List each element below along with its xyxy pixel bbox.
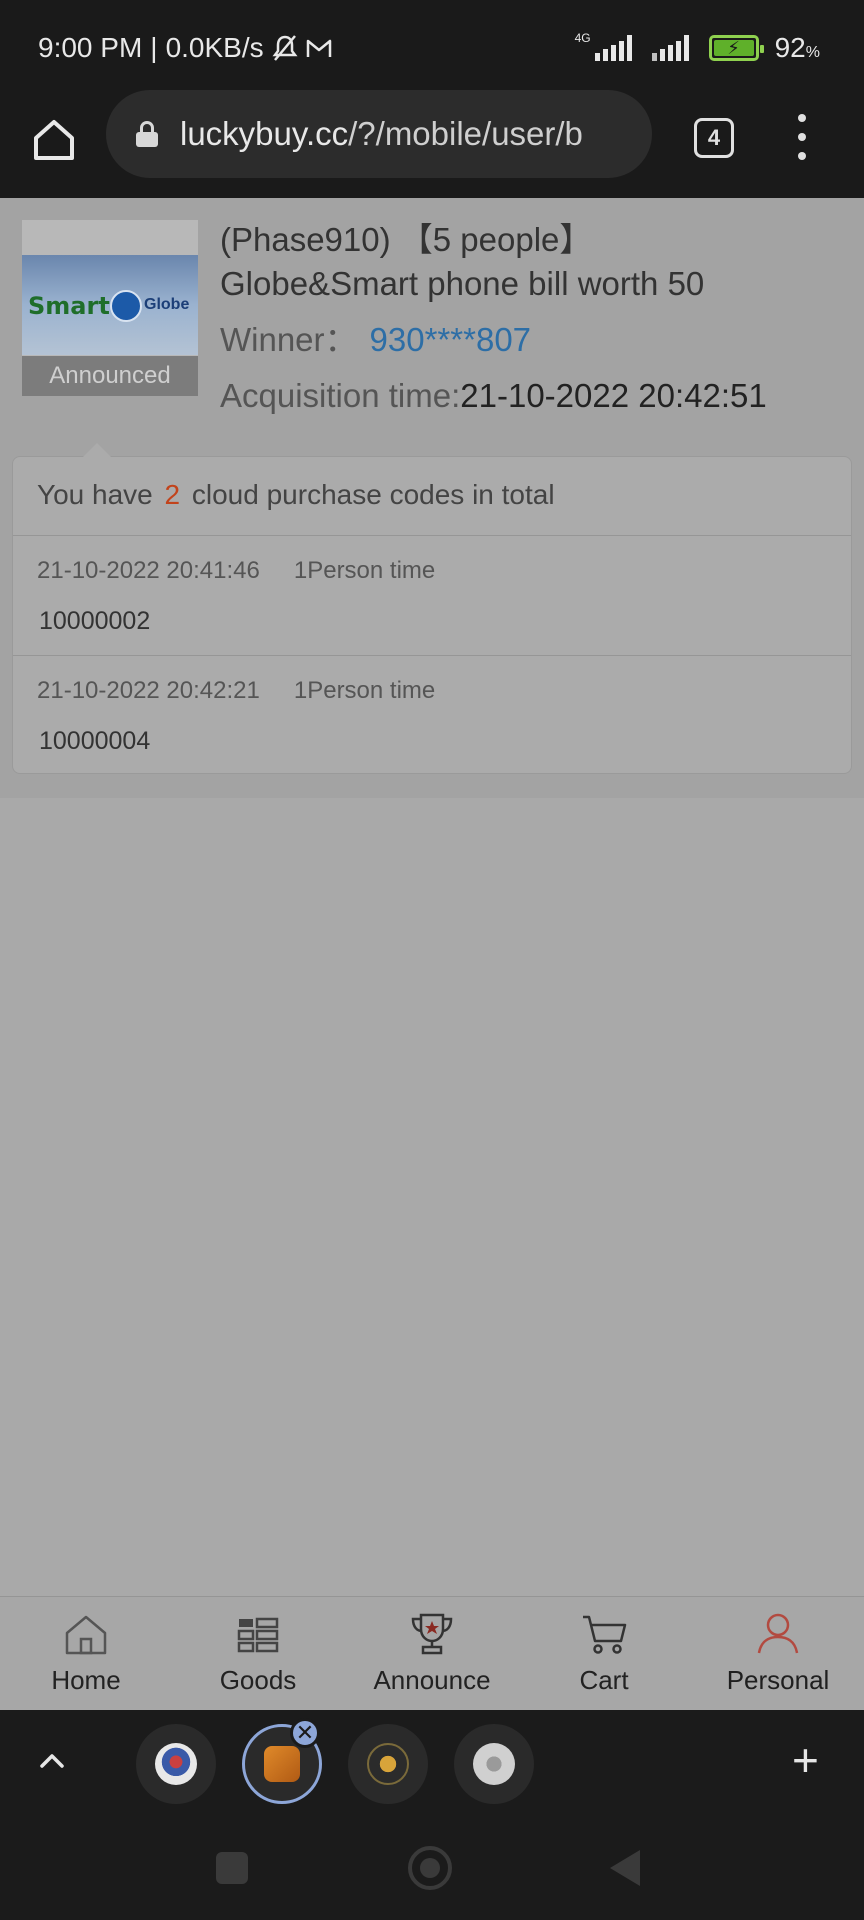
nav-label: Announce — [373, 1665, 491, 1695]
signal-icon — [651, 35, 689, 61]
grid-list-icon — [237, 1617, 279, 1653]
codes-summary: You have 2 cloud purchase codes in total — [37, 479, 555, 510]
purchase-code: 10000004 — [39, 727, 151, 755]
nav-label: Home — [51, 1665, 121, 1695]
product-section: Smart Globe Announced (Phase910) 【5 peop… — [0, 198, 864, 798]
globe-logo-icon — [110, 290, 142, 322]
divider — [13, 535, 851, 536]
trophy-icon — [411, 1613, 453, 1655]
back-triangle-icon[interactable] — [610, 1850, 640, 1886]
signal-icon — [594, 35, 632, 61]
status-bar: 9:00 PM | 0.0KB/s 4G ⚡ 92% — [0, 0, 864, 96]
battery-percent: 92% — [774, 32, 820, 63]
tab-favicon[interactable] — [454, 1724, 534, 1804]
tab-favicon[interactable] — [136, 1724, 216, 1804]
battery-charging-icon: ⚡ — [708, 35, 764, 61]
cart-icon — [583, 1615, 627, 1654]
system-nav-bar — [0, 1816, 864, 1920]
code-time: 21-10-2022 20:42:21 — [37, 677, 260, 704]
home-icon[interactable] — [28, 114, 80, 166]
status-right: 4G ⚡ 92% — [574, 31, 820, 64]
codes-count: 2 — [164, 479, 181, 510]
nav-label: Cart — [579, 1665, 629, 1695]
bottom-nav: Home Goods Announce Cart Personal — [0, 1596, 864, 1710]
tab-switcher-button[interactable]: 4 — [694, 118, 734, 158]
status-separator: | — [150, 32, 158, 63]
nav-personal[interactable]: Personal — [692, 1597, 864, 1711]
home-circle-icon[interactable] — [408, 1846, 452, 1890]
list-item: 21-10-2022 20:41:46 1Person time 10000002 — [37, 557, 435, 636]
divider — [13, 655, 851, 656]
recents-icon[interactable] — [216, 1852, 248, 1884]
acquisition-value: 21-10-2022 20:42:51 — [460, 377, 767, 414]
status-time: 9:00 PM — [38, 32, 143, 63]
acquisition-label: Acquisition time: — [220, 377, 461, 414]
phase-line: (Phase910) 【5 people】 — [220, 221, 593, 258]
page-content: Smart Globe Announced (Phase910) 【5 peop… — [0, 198, 864, 1596]
status-speed: 0.0KB/s — [165, 32, 264, 63]
new-tab-icon[interactable]: + — [792, 1737, 819, 1783]
winner-label: Winner： — [220, 321, 358, 358]
shield-app-icon — [155, 1743, 197, 1785]
announced-badge: Announced — [22, 356, 198, 396]
product-thumbnail[interactable]: Smart Globe Announced — [22, 220, 198, 396]
globe-logo-text: Globe — [144, 296, 190, 313]
network-type: 4G — [574, 31, 591, 45]
nav-label: Personal — [726, 1665, 830, 1695]
home-icon — [65, 1615, 107, 1655]
purchase-codes-card: You have 2 cloud purchase codes in total… — [12, 443, 852, 774]
acquisition-row: Acquisition time:21-10-2022 20:42:51 — [220, 374, 767, 418]
close-tab-icon[interactable]: ✕ — [290, 1718, 320, 1748]
url-text[interactable]: luckybuy.cc/?/mobile/user/b — [180, 115, 583, 153]
purchase-code: 10000002 — [39, 607, 151, 635]
lock-icon — [136, 121, 158, 147]
person-icon — [757, 1613, 799, 1654]
list-item: 21-10-2022 20:42:21 1Person time 10000004 — [37, 677, 435, 756]
code-persons: 1Person time — [293, 557, 436, 584]
nav-goods[interactable]: Goods — [172, 1597, 344, 1711]
code-time: 21-10-2022 20:41:46 — [37, 557, 260, 584]
code-persons: 1Person time — [293, 677, 436, 704]
tab-favicon[interactable] — [348, 1724, 428, 1804]
game-app-icon — [367, 1743, 409, 1785]
muted-bell-icon — [272, 35, 298, 61]
browser-toolbar: luckybuy.cc/?/mobile/user/b 4 — [0, 90, 864, 198]
winner-row: Winner： 930****807 — [220, 318, 767, 362]
nav-home[interactable]: Home — [0, 1597, 172, 1711]
gmail-icon — [306, 39, 331, 57]
address-bar[interactable]: luckybuy.cc/?/mobile/user/b — [106, 90, 652, 178]
status-left: 9:00 PM | 0.0KB/s — [38, 32, 332, 64]
luckybuy-app-icon — [264, 1746, 300, 1782]
drop-app-icon — [473, 1743, 515, 1785]
smart-logo: Smart — [28, 292, 110, 320]
overflow-menu-icon[interactable] — [790, 114, 814, 160]
winner-value[interactable]: 930****807 — [370, 321, 532, 358]
product-title[interactable]: Globe&Smart phone bill worth 50 — [220, 262, 767, 306]
browser-tab-strip: ✕ + — [0, 1710, 864, 1816]
chevron-up-icon[interactable] — [38, 1746, 66, 1774]
nav-announce[interactable]: Announce — [346, 1597, 518, 1711]
nav-cart[interactable]: Cart — [518, 1597, 690, 1711]
nav-label: Goods — [219, 1665, 297, 1695]
product-info: (Phase910) 【5 people】 Globe&Smart phone … — [220, 218, 767, 418]
